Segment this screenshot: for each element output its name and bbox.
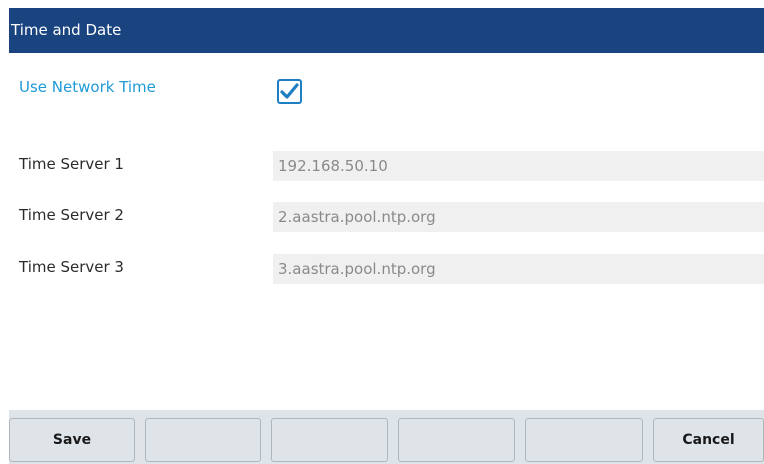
- softkey-bar: Save Cancel: [9, 410, 764, 464]
- time-server-2-label: Time Server 2: [19, 206, 124, 224]
- softkey-4[interactable]: [398, 418, 515, 462]
- time-server-2-field[interactable]: 2.aastra.pool.ntp.org: [273, 202, 764, 232]
- time-server-3-field[interactable]: 3.aastra.pool.ntp.org: [273, 254, 764, 284]
- checkmark-icon: [280, 83, 299, 99]
- use-network-time-checkbox[interactable]: [277, 79, 302, 104]
- softkey-5[interactable]: [525, 418, 643, 462]
- time-server-1-label: Time Server 1: [19, 155, 124, 173]
- save-button[interactable]: Save: [9, 418, 135, 462]
- time-server-1-field[interactable]: 192.168.50.10: [273, 151, 764, 181]
- cancel-button[interactable]: Cancel: [653, 418, 764, 462]
- page-title: Time and Date: [9, 8, 764, 53]
- softkey-3[interactable]: [271, 418, 388, 462]
- time-date-screen: Time and Date Use Network Time Time Serv…: [9, 8, 764, 464]
- softkey-2[interactable]: [145, 418, 261, 462]
- use-network-time-label: Use Network Time: [19, 78, 156, 96]
- time-server-3-label: Time Server 3: [19, 258, 124, 276]
